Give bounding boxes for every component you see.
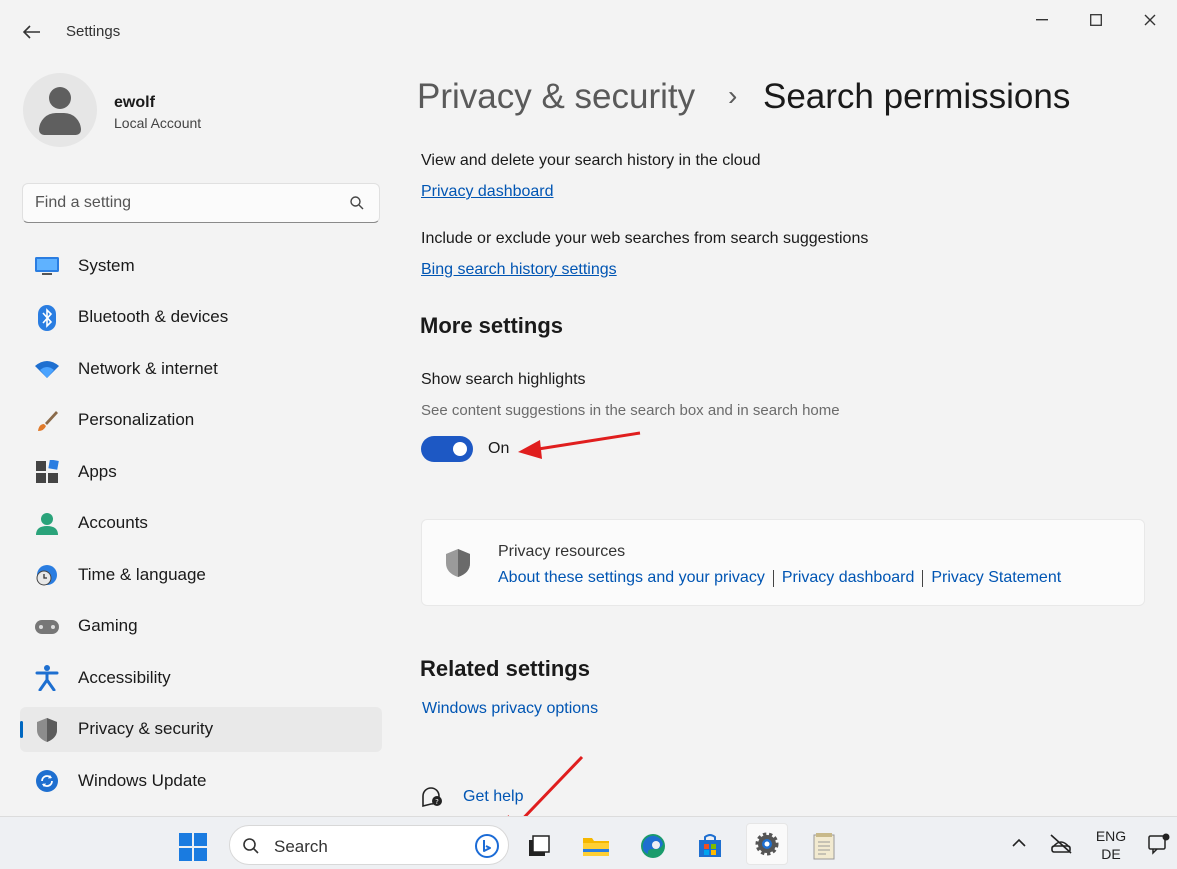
breadcrumb-separator: › [728,80,738,111]
accounts-icon [34,511,60,537]
related-settings-heading: Related settings [420,656,590,681]
history-cloud-text: View and delete your search history in t… [421,152,761,169]
find-setting-input[interactable] [35,192,335,214]
sidebar-item-label: Personalization [78,410,195,429]
sidebar-item-label: Bluetooth & devices [78,307,229,326]
search-highlights-toggle[interactable] [421,436,473,462]
close-button[interactable] [1123,0,1177,40]
update-icon [34,768,60,794]
link-divider [922,569,924,587]
sidebar-item-time-language[interactable]: Time & language [20,552,382,597]
shield-icon [34,717,60,743]
sidebar-item-label: Network & internet [78,358,218,378]
breadcrumb-parent[interactable]: Privacy & security [417,77,695,117]
svg-text:?: ? [435,798,439,806]
wifi-icon [34,356,60,382]
shield-icon [446,549,470,577]
sidebar-item-privacy-security[interactable]: Privacy & security [20,706,382,752]
taskbar-search-label: Search [274,837,328,856]
sidebar-item-label: Time & language [78,564,206,584]
apps-icon [34,459,60,485]
about-settings-privacy-link[interactable]: About these settings and your privacy [498,569,765,587]
sidebar-item-network[interactable]: Network & internet [20,346,382,391]
sidebar-item-windows-update[interactable]: Windows Update [20,758,382,803]
sidebar-item-label: System [78,255,135,275]
app-title: Settings [66,23,121,40]
sidebar-item-label: Apps [78,461,117,481]
windows-privacy-options-link[interactable]: Windows privacy options [422,700,598,718]
sidebar-item-label: Gaming [78,616,138,635]
privacy-resources-title: Privacy resources [498,543,626,560]
gamepad-icon [34,614,60,640]
privacy-statement-link[interactable]: Privacy Statement [931,569,1061,587]
find-setting-box [22,183,380,223]
privacy-resources-card: Privacy resources About these settings a… [421,519,1145,606]
edge-icon[interactable] [634,827,672,865]
accessibility-icon [34,665,60,691]
windows-start-icon[interactable] [177,831,209,863]
sidebar-item-accessibility[interactable]: Accessibility [20,655,382,700]
language-code: ENG [1095,828,1127,844]
avatar[interactable] [23,73,97,147]
sidebar-item-accounts[interactable]: Accounts [20,501,382,546]
privacy-dashboard-link[interactable]: Privacy dashboard [421,183,554,201]
bluetooth-icon [34,304,60,331]
file-explorer-icon[interactable] [577,827,615,865]
privacy-resources-links: About these settings and your privacy Pr… [498,569,1061,587]
web-searches-text: Include or exclude your web searches fro… [421,230,869,247]
notepad-icon[interactable] [805,827,843,865]
sidebar-item-label: Accessibility [78,667,171,687]
keyboard-layout: DE [1101,846,1121,862]
network-disconnected-icon[interactable] [1048,831,1074,857]
minimize-button[interactable] [1015,0,1069,40]
store-icon[interactable] [691,827,729,865]
sidebar-item-system[interactable]: System [20,243,382,288]
taskbar-search-box[interactable]: Search [229,825,509,865]
window-controls [1015,0,1177,40]
sidebar-item-label: Accounts [78,513,148,532]
sidebar-item-bluetooth[interactable]: Bluetooth & devices [20,295,382,340]
link-divider [772,569,774,587]
sidebar-item-label: Privacy & security [78,719,214,738]
search-icon [243,838,259,854]
highlights-description: See content suggestions in the search bo… [421,402,840,419]
annotation-arrow-toggle [518,431,641,459]
taskbar: Search ENG DE [0,816,1177,869]
system-icon [34,253,60,279]
toggle-knob [453,442,467,456]
privacy-dashboard-resource-link[interactable]: Privacy dashboard [782,569,915,587]
account-type: Local Account [114,115,202,131]
sidebar-item-label: Windows Update [78,770,207,790]
more-settings-heading: More settings [420,313,564,338]
sidebar-item-personalization[interactable]: Personalization [20,398,382,443]
brush-icon [34,408,60,434]
page-title: Search permissions [763,77,1071,116]
sidebar-item-gaming[interactable]: Gaming [20,604,382,649]
clock-globe-icon [34,562,60,588]
language-indicator[interactable]: ENG DE [1093,827,1129,863]
title-bar: Settings [0,0,1177,62]
user-name: ewolf [114,94,155,111]
get-help-link[interactable]: Get help [463,788,523,806]
bing-chat-icon[interactable] [474,833,500,859]
sidebar-nav: System Bluetooth & devices Network & int… [20,243,382,810]
notification-icon[interactable] [1147,832,1171,856]
back-arrow-icon[interactable] [18,18,46,46]
settings-icon[interactable] [746,823,788,865]
get-help-icon: ? [422,787,442,808]
highlights-title: Show search highlights [421,371,586,388]
toggle-state-label: On [488,440,510,457]
maximize-button[interactable] [1069,0,1123,40]
bing-history-link[interactable]: Bing search history settings [421,261,617,279]
search-icon [350,196,364,210]
tray-overflow-chevron-icon[interactable] [1012,835,1026,852]
sidebar-item-apps[interactable]: Apps [20,449,382,494]
task-view-icon[interactable] [520,827,558,865]
